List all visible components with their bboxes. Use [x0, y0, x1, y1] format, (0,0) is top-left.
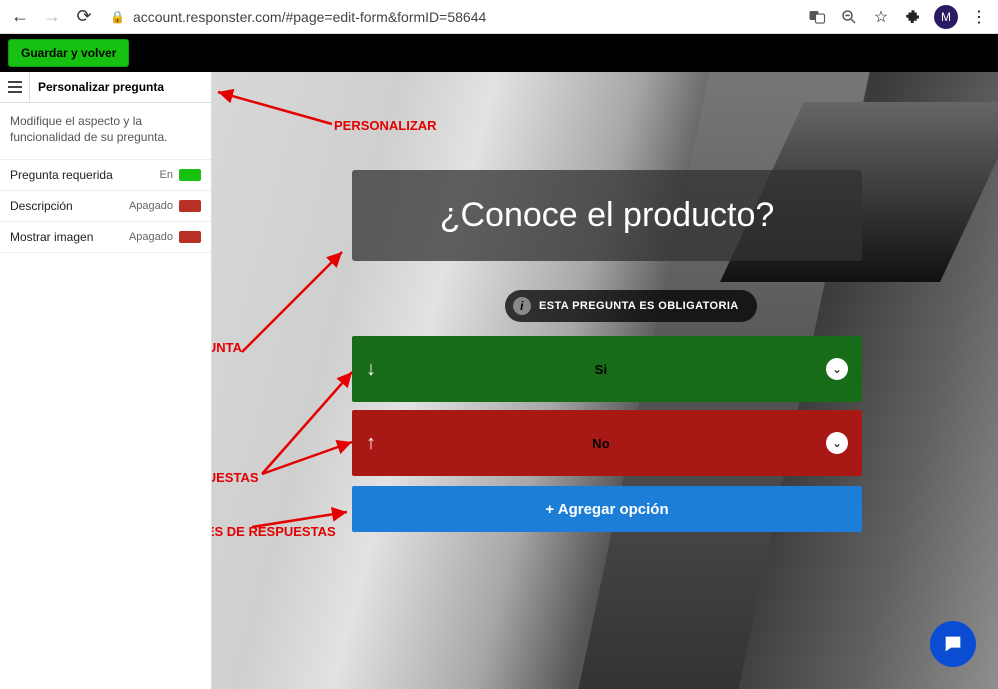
- answer-dropdown-icon[interactable]: ⌄: [826, 432, 848, 454]
- option-row-image: Mostrar imagen Apagado: [0, 222, 211, 253]
- extensions-icon[interactable]: [902, 6, 924, 28]
- annotation-posibles: POSIBLES RESPUESTAS: [212, 470, 259, 485]
- browser-toolbar: ← → ⟳ 🔒 account.responster.com/#page=edi…: [0, 0, 998, 34]
- option-row-description: Descripción Apagado: [0, 191, 211, 222]
- form-canvas: ¿Conoce el producto? i ESTA PREGUNTA ES …: [212, 72, 998, 689]
- answer-label[interactable]: No: [376, 436, 826, 451]
- chat-help-button[interactable]: [930, 621, 976, 667]
- annotation-pregunta: PREGUNTA: [212, 340, 242, 355]
- toggle-required[interactable]: [179, 169, 201, 181]
- option-label: Descripción: [10, 199, 73, 213]
- add-option-button[interactable]: + Agregar opción: [352, 486, 862, 532]
- mandatory-chip: i ESTA PREGUNTA ES OBLIGATORIA: [505, 290, 757, 322]
- annotation-agregar: AGREGAR MÁS OPCIONES DE RESPUESTAS: [212, 524, 336, 539]
- save-and-back-button[interactable]: Guardar y volver: [8, 39, 129, 67]
- option-state: Apagado: [129, 231, 173, 243]
- answer-dropdown-icon[interactable]: ⌄: [826, 358, 848, 380]
- star-icon[interactable]: ☆: [870, 6, 892, 28]
- toggle-description[interactable]: [179, 200, 201, 212]
- profile-avatar[interactable]: M: [934, 5, 958, 29]
- option-state: En: [160, 169, 173, 181]
- answer-option-1[interactable]: ↓ Si ⌄: [352, 336, 862, 402]
- lock-icon: 🔒: [110, 10, 125, 24]
- nav-back-button[interactable]: ←: [8, 5, 32, 29]
- nav-reload-button[interactable]: ⟳: [72, 5, 96, 29]
- nav-fwd-button[interactable]: →: [40, 5, 64, 29]
- translate-icon[interactable]: [806, 6, 828, 28]
- answer-label[interactable]: Si: [376, 362, 826, 377]
- overflow-menu-icon[interactable]: ⋮: [968, 6, 990, 28]
- sort-up-icon[interactable]: ↑: [366, 432, 376, 455]
- url-text: account.responster.com/#page=edit-form&f…: [133, 9, 486, 25]
- sidebar-menu-icon[interactable]: [0, 72, 30, 102]
- option-state: Apagado: [129, 200, 173, 212]
- mandatory-chip-text: ESTA PREGUNTA ES OBLIGATORIA: [539, 300, 739, 312]
- toggle-image[interactable]: [179, 231, 201, 243]
- annotation-personalizar: PERSONALIZAR: [334, 118, 437, 133]
- sort-down-icon[interactable]: ↓: [366, 358, 376, 381]
- option-row-required: Pregunta requerida En: [0, 160, 211, 191]
- sidebar-description: Modifique el aspecto y la funcionalidad …: [0, 103, 211, 160]
- sidebar-title: Personalizar pregunta: [30, 80, 164, 94]
- url-bar[interactable]: 🔒 account.responster.com/#page=edit-form…: [104, 9, 798, 25]
- option-label: Mostrar imagen: [10, 230, 93, 244]
- toolbar-icons: ☆ M ⋮: [806, 5, 990, 29]
- sidebar-panel: Personalizar pregunta Modifique el aspec…: [0, 72, 212, 689]
- option-label: Pregunta requerida: [10, 168, 113, 182]
- question-text-box[interactable]: ¿Conoce el producto?: [352, 170, 862, 261]
- app-topbar: Guardar y volver: [0, 34, 998, 72]
- info-icon: i: [513, 297, 531, 315]
- answer-option-2[interactable]: ↑ No ⌄: [352, 410, 862, 476]
- zoom-icon[interactable]: [838, 6, 860, 28]
